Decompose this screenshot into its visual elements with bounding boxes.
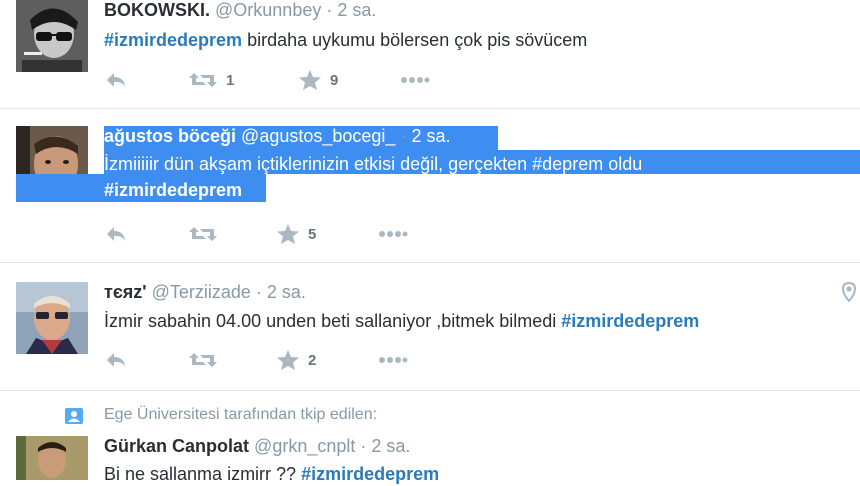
separator-dot: · xyxy=(326,0,333,20)
avatar-bokowski[interactable] xyxy=(16,0,88,72)
retweet-button[interactable] xyxy=(188,222,218,246)
favorite-button[interactable]: 2 xyxy=(276,348,316,372)
author-name[interactable]: BOKOWSKI. xyxy=(104,0,210,20)
tweet-header: ağustos böceği @agustos_bocegi_ · 2 sa. xyxy=(104,126,451,147)
author-handle[interactable]: @grkn_cnplt xyxy=(254,436,355,456)
hashtag-link[interactable]: #izmirdedeprem xyxy=(561,311,699,331)
reply-icon xyxy=(107,227,125,241)
reply-icon xyxy=(107,73,125,87)
hashtag-link[interactable]: #izmirdedeprem xyxy=(104,180,242,200)
timestamp[interactable]: 2 sa. xyxy=(337,0,376,20)
more-icon xyxy=(401,77,430,83)
author-name[interactable]: ağustos böceği xyxy=(104,126,236,146)
favorite-button[interactable]: 9 xyxy=(298,68,338,92)
reply-icon xyxy=(107,353,125,367)
author-handle[interactable]: @agustos_bocegi_ xyxy=(241,126,395,146)
retweet-button[interactable] xyxy=(188,348,218,372)
tweet-body: İzmir sabahin 04.00 unden beti sallaniyo… xyxy=(104,311,557,331)
favorite-icon xyxy=(277,350,299,370)
divider xyxy=(0,390,860,391)
tweet-text: İzmiiiiir dün akşam içtiklerinizin etkis… xyxy=(104,152,642,176)
timestamp[interactable]: 2 sa. xyxy=(267,282,306,302)
retweet-icon xyxy=(189,353,217,367)
retweet-button[interactable]: 1 xyxy=(188,68,234,92)
more-icon xyxy=(379,357,408,363)
author-handle[interactable]: @Orkunnbey xyxy=(215,0,321,20)
favorite-count: 2 xyxy=(308,351,317,369)
tweet-body: birdaha uykumu bölersen çok pis sövücem xyxy=(247,30,588,50)
reply-button[interactable] xyxy=(104,68,128,92)
tweet-text-line2: #izmirdedeprem xyxy=(104,178,242,202)
tweet-header: BOKOWSKI. @Orkunnbey · 2 sa. xyxy=(104,0,376,21)
more-button[interactable] xyxy=(378,222,408,246)
more-button[interactable] xyxy=(400,68,430,92)
hashtag-link[interactable]: #izmirdedeprem xyxy=(104,30,242,50)
favorite-count: 5 xyxy=(308,225,317,243)
author-name[interactable]: Gürkan Canpolat xyxy=(104,436,249,456)
timestamp[interactable]: 2 sa. xyxy=(411,126,450,146)
tweet-header: тєяz' @Terziizade · 2 sa. xyxy=(104,282,306,303)
tweet-text: Bi ne sallanma izmirr ?? #izmirdedeprem xyxy=(104,462,439,486)
author-handle[interactable]: @Terziizade xyxy=(152,282,251,302)
hashtag-link[interactable]: #izmirdedeprem xyxy=(301,464,439,484)
retweet-icon xyxy=(189,227,217,241)
avatar-terz[interactable] xyxy=(16,282,88,354)
more-button[interactable] xyxy=(378,348,408,372)
divider xyxy=(0,262,860,263)
favorite-count: 9 xyxy=(330,71,339,89)
separator-dot: · xyxy=(360,436,367,456)
more-icon xyxy=(379,231,408,237)
tweet-body: Bi ne sallanma izmirr ?? xyxy=(104,464,297,484)
avatar-gurkan[interactable] xyxy=(16,436,88,480)
favorite-icon xyxy=(299,70,321,90)
tweet-text: #izmirdedeprem birdaha uykumu bölersen ç… xyxy=(104,28,587,52)
location-icon[interactable] xyxy=(842,282,856,302)
divider xyxy=(0,108,860,109)
tweet-body: İzmiiiiir dün akşam içtiklerinizin etkis… xyxy=(104,154,643,174)
tweet-header: Gürkan Canpolat @grkn_cnplt · 2 sa. xyxy=(104,436,410,457)
retweet-count: 1 xyxy=(226,71,235,89)
retweet-icon xyxy=(189,73,217,87)
favorite-button[interactable]: 5 xyxy=(276,222,316,246)
tweet-text: İzmir sabahin 04.00 unden beti sallaniyo… xyxy=(104,309,699,333)
separator-dot: · xyxy=(400,126,407,146)
followed-by-label[interactable]: Ege Üniversitesi tarafından tkip edilen: xyxy=(104,406,377,424)
separator-dot: · xyxy=(255,282,262,302)
timestamp[interactable]: 2 sa. xyxy=(371,436,410,456)
author-name[interactable]: тєяz' xyxy=(104,282,147,302)
follow-badge-icon xyxy=(65,408,83,424)
reply-button[interactable] xyxy=(104,348,128,372)
favorite-icon xyxy=(277,224,299,244)
reply-button[interactable] xyxy=(104,222,128,246)
